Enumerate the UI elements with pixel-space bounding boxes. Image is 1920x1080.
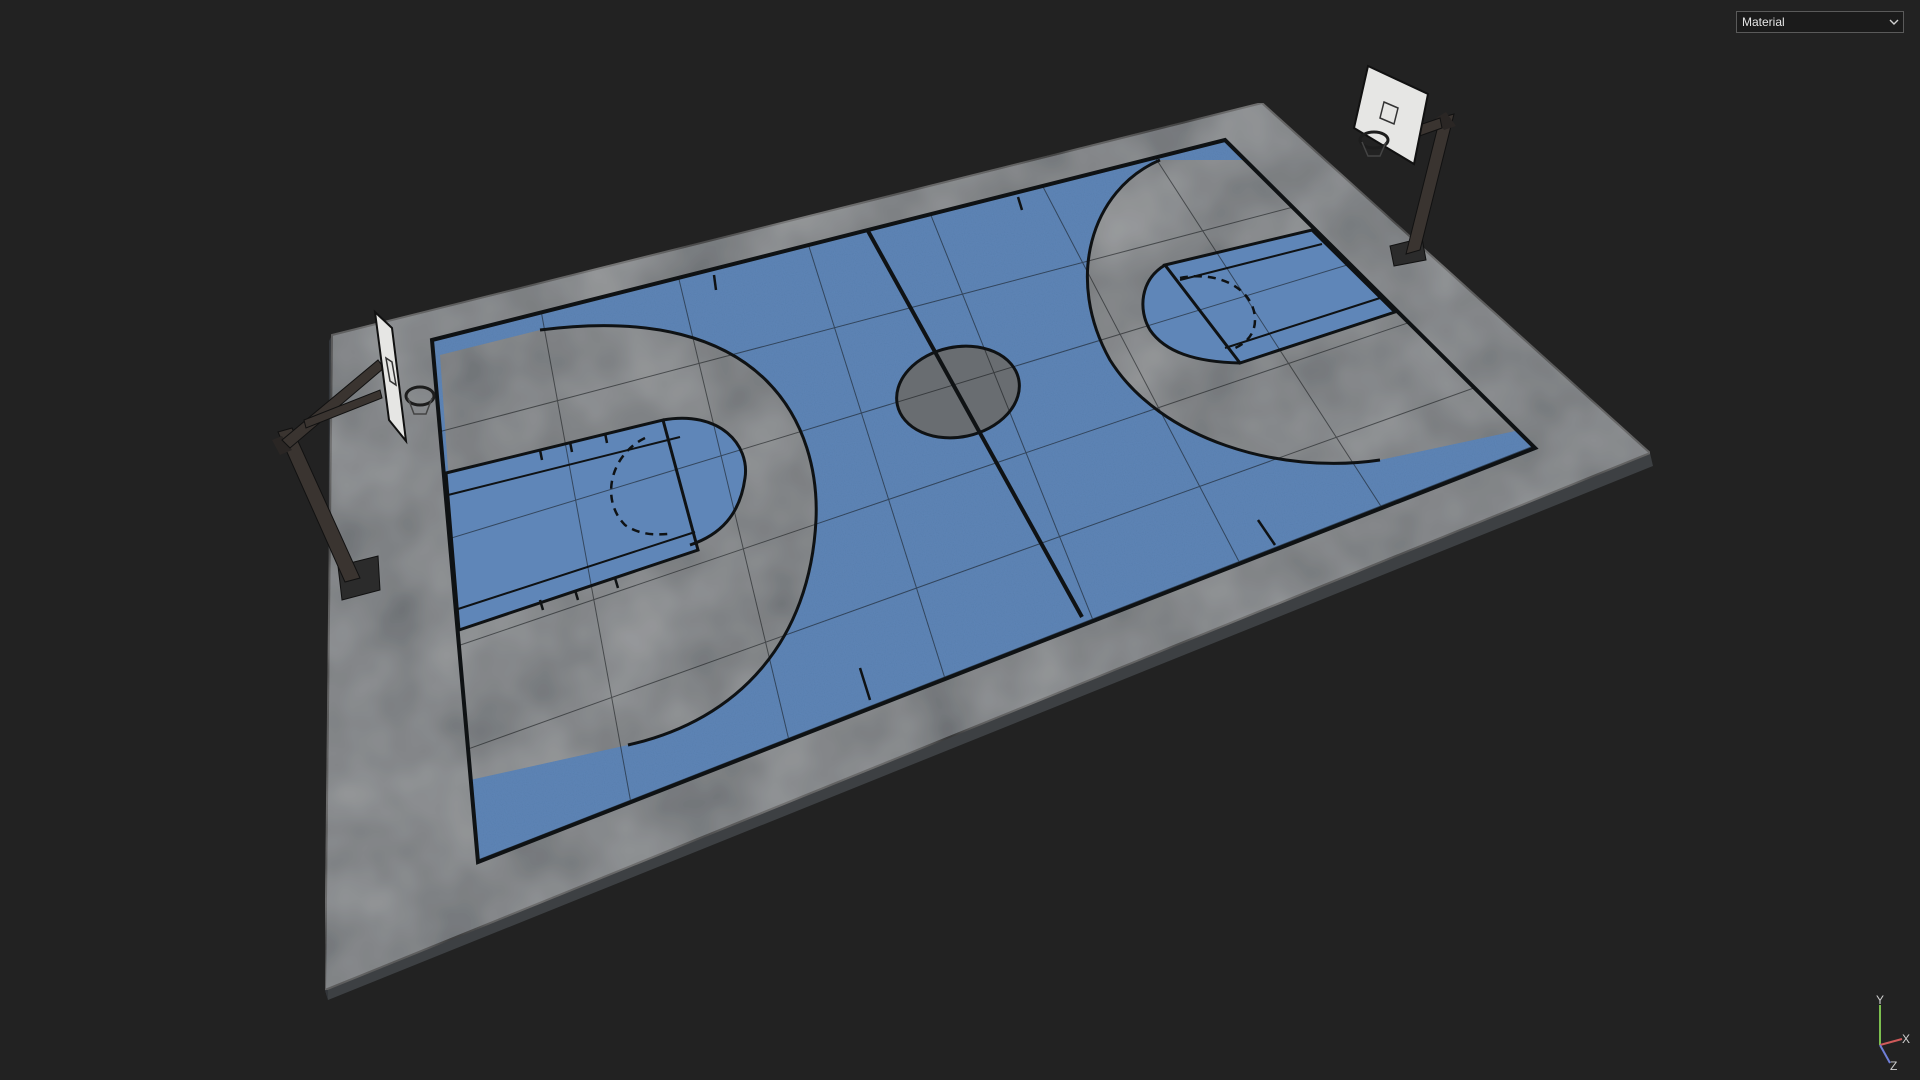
x-axis-label: X: [1902, 1032, 1910, 1046]
3d-viewport[interactable]: Material Y X Z: [0, 0, 1920, 1080]
z-axis-line: [1879, 1044, 1891, 1064]
y-axis-label: Y: [1876, 995, 1884, 1007]
z-axis-label: Z: [1890, 1059, 1897, 1071]
axis-gizmo: Y X Z: [1876, 995, 1910, 1071]
shading-mode-value: Material: [1742, 15, 1785, 29]
x-axis-line: [1879, 1038, 1903, 1046]
shading-mode-dropdown[interactable]: Material: [1736, 11, 1904, 33]
chevron-down-icon: [1885, 12, 1903, 32]
court-scene[interactable]: [0, 0, 1920, 1080]
